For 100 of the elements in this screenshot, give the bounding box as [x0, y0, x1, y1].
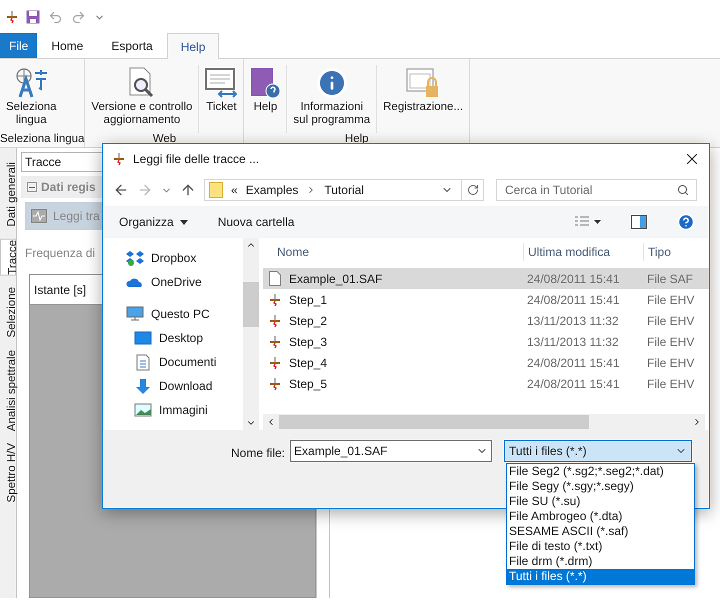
path-segment[interactable]: Examples: [246, 181, 298, 199]
file-row[interactable]: Example_01.SAF 24/08/2011 15:41 File SAF: [263, 268, 709, 289]
refresh-icon[interactable]: [466, 184, 478, 196]
book-question-icon: [250, 67, 280, 99]
trace-icon: [269, 334, 281, 348]
back-icon[interactable]: [113, 182, 129, 198]
scrollbar-thumb[interactable]: [243, 282, 259, 326]
column-header: Istante [s]: [33, 282, 88, 298]
ribbon-button[interactable]: Informazioni sul programma: [287, 65, 378, 133]
column-header[interactable]: Tipo: [643, 243, 709, 261]
nav-pane-item[interactable]: Download: [111, 374, 243, 398]
app-icon: [6, 10, 18, 24]
address-bar[interactable]: « Examples Tutorial: [204, 179, 484, 201]
column-header[interactable]: Ultima modifica: [523, 243, 643, 261]
language-icon: [14, 67, 48, 99]
field-label: Frequenza di: [25, 245, 96, 262]
info-icon: [316, 67, 348, 99]
group-header: Dati regis: [41, 179, 96, 196]
group-label: Web: [152, 133, 178, 147]
scrollbar-thumb[interactable]: [279, 415, 589, 429]
toolbar-button[interactable]: Organizza: [119, 213, 188, 231]
file-type-option[interactable]: File drm (*.drm): [507, 554, 694, 569]
waveform-icon: [31, 209, 47, 223]
modified-date: 24/08/2011 15:41: [526, 270, 621, 288]
ribbon-tab[interactable]: File: [0, 33, 38, 58]
window-lock-icon: [406, 67, 440, 99]
group-label: Seleziona lingua: [0, 133, 84, 147]
modified-date: 13/11/2013 11:32: [526, 334, 620, 350]
modified-date: 24/08/2011 15:41: [526, 354, 621, 372]
side-tab[interactable]: Dati generali: [0, 162, 16, 227]
file-type-option[interactable]: File Seg2 (*.sg2;*.seg2;*.dat): [507, 464, 694, 479]
side-tab[interactable]: Selezione: [0, 287, 16, 338]
file-type: File EHV: [646, 354, 694, 372]
view-options-icon[interactable]: [575, 216, 601, 228]
file-name: Step_1: [289, 292, 328, 308]
ribbon-button[interactable]: Ticket: [199, 65, 244, 133]
download-arrow-icon: [135, 378, 151, 394]
modified-date: 24/08/2011 15:41: [526, 292, 621, 308]
column-header[interactable]: Nome: [263, 243, 523, 261]
search-field[interactable]: Cerca in Tutorial: [496, 179, 697, 201]
file-row[interactable]: Step_4 24/08/2011 15:41 File EHV: [263, 352, 709, 373]
file-icon: [269, 271, 281, 286]
nav-pane-item[interactable]: Desktop: [111, 326, 243, 350]
filename-label: Nome file:: [231, 445, 286, 462]
side-tab[interactable]: Tracce: [0, 238, 16, 276]
file-name: Step_2: [289, 312, 328, 330]
nav-pane-item[interactable]: Questo PC: [103, 302, 243, 326]
file-type: File EHV: [646, 312, 694, 330]
toolbar-button[interactable]: Nuova cartella: [218, 213, 294, 231]
document-icon: [136, 354, 150, 370]
filename-field[interactable]: Example_01.SAF: [290, 440, 492, 462]
file-type: File EHV: [646, 334, 694, 350]
monitor-arrows-icon: [205, 67, 238, 99]
file-row[interactable]: Step_3 13/11/2013 11:32 File EHV: [263, 331, 709, 352]
ribbon-tab[interactable]: Home: [37, 33, 98, 58]
path-segment[interactable]: Tutorial: [324, 181, 364, 199]
up-icon[interactable]: [180, 182, 196, 198]
cloud-icon: [126, 276, 144, 288]
file-row[interactable]: Step_2 13/11/2013 11:32 File EHV: [263, 310, 709, 331]
ribbon-button[interactable]: Seleziona lingua: [0, 65, 63, 133]
nav-pane-item[interactable]: Dropbox: [103, 246, 243, 270]
file-type: File EHV: [646, 376, 694, 392]
file-row[interactable]: Step_1 24/08/2011 15:41 File EHV: [263, 289, 709, 310]
desktop-icon: [134, 331, 152, 345]
nav-pane-item[interactable]: Documenti: [111, 350, 243, 374]
file-row[interactable]: Step_5 24/08/2011 15:41 File EHV: [263, 373, 709, 394]
folder-icon: [209, 182, 223, 198]
file-type-option[interactable]: File di testo (*.txt): [507, 539, 694, 554]
preview-pane-icon[interactable]: [631, 215, 647, 229]
ribbon-button[interactable]: Versione e controllo aggiornamento: [85, 65, 200, 133]
file-name: Example_01.SAF: [289, 270, 382, 288]
file-name: Step_5: [289, 376, 328, 392]
ribbon-button[interactable]: Registrazione...: [377, 65, 470, 133]
dialog-icon: [113, 152, 125, 166]
modified-date: 24/08/2011 15:41: [526, 376, 621, 392]
file-type-option[interactable]: Tutti i files (*.*): [507, 569, 694, 584]
nav-pane-item[interactable]: OneDrive: [103, 270, 243, 294]
side-tab[interactable]: Spettro H/V: [0, 443, 16, 502]
file-name: Step_4: [289, 354, 328, 372]
search-icon: [677, 184, 689, 196]
file-type-option[interactable]: File SU (*.su): [507, 494, 694, 509]
file-type-option[interactable]: File Ambrogeo (*.dta): [507, 509, 694, 524]
side-tab[interactable]: Analisi spettrale: [0, 350, 16, 432]
nav-pane-item[interactable]: Immagini: [111, 398, 243, 422]
trace-icon: [269, 376, 281, 390]
ribbon-tab[interactable]: Esporta: [97, 33, 167, 58]
file-type-combo[interactable]: Tutti i files (*.*): [504, 440, 692, 462]
collapse-icon[interactable]: [27, 182, 37, 192]
file-type-option[interactable]: SESAME ASCII (*.saf): [507, 524, 694, 539]
file-type-option[interactable]: File Segy (*.sgy;*.segy): [507, 479, 694, 494]
horizontal-scrollbar[interactable]: [263, 414, 705, 430]
ribbon-tab[interactable]: Help: [166, 33, 220, 59]
group-label: Help: [344, 133, 370, 147]
help-icon[interactable]: [677, 213, 695, 231]
file-name: Step_3: [289, 334, 328, 350]
computer-icon: [126, 306, 144, 322]
ribbon-button[interactable]: Help: [244, 65, 288, 133]
vertical-scrollbar[interactable]: [243, 238, 259, 430]
trace-icon: [269, 356, 281, 370]
save-icon[interactable]: [26, 10, 40, 24]
